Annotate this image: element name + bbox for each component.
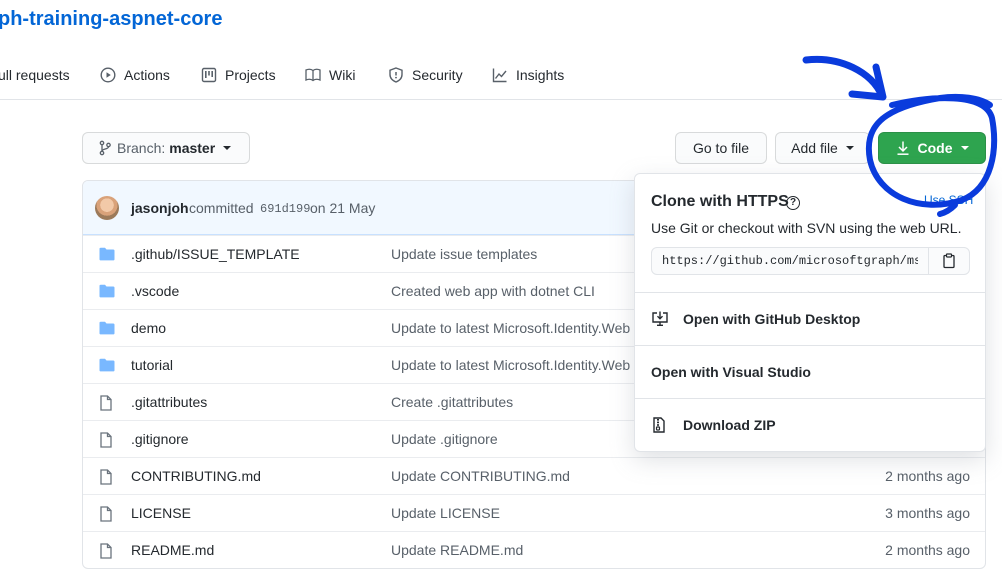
file-row[interactable]: CONTRIBUTING.md Update CONTRIBUTING.md 2 m… — [83, 457, 985, 494]
tab-label: Projects — [225, 67, 276, 83]
file-icon — [100, 543, 112, 559]
commit-message[interactable]: Update LICENSE — [391, 505, 500, 521]
repo-title[interactable]: ph-training-aspnet-core — [0, 8, 222, 31]
branch-select-button[interactable]: Branch: master — [82, 132, 250, 164]
play-circle-icon — [100, 67, 116, 83]
tab-security[interactable]: Security — [388, 58, 463, 92]
file-icon — [100, 395, 112, 411]
folder-icon — [99, 284, 115, 298]
file-name[interactable]: LICENSE — [131, 505, 191, 521]
branch-value: master — [169, 140, 216, 156]
folder-icon — [99, 358, 115, 372]
clipboard-icon — [943, 253, 955, 269]
annotation-arrowhead — [848, 63, 887, 101]
download-zip-item[interactable]: Download ZIP — [635, 399, 985, 451]
nav-divider — [0, 99, 1002, 100]
annotation-arrow — [802, 55, 886, 100]
folder-icon — [99, 321, 115, 335]
clone-title: Clone with HTTPS — [651, 193, 789, 210]
add-file-label: Add file — [791, 140, 838, 156]
git-branch-icon — [99, 140, 111, 156]
caret-down-icon — [845, 146, 854, 150]
avatar[interactable] — [95, 196, 119, 220]
commit-age: 3 months ago — [885, 505, 970, 521]
commit-message[interactable]: Created web app with dotnet CLI — [391, 283, 595, 299]
tab-wiki[interactable]: Wiki — [305, 58, 355, 92]
commit-message[interactable]: Update issue templates — [391, 246, 537, 262]
menu-item-label: Download ZIP — [683, 417, 776, 433]
commit-date: on 21 May — [310, 200, 376, 216]
file-icon — [100, 506, 112, 522]
clone-dropdown: Clone with HTTPS ? Use SSH Use Git or ch… — [634, 173, 986, 452]
tab-pull-requests[interactable]: ull requests — [0, 58, 70, 92]
file-row[interactable]: README.md Update README.md 2 months ago — [83, 531, 985, 568]
code-label: Code — [917, 140, 953, 156]
file-name[interactable]: .vscode — [131, 283, 179, 299]
commit-sha[interactable]: 691d199 — [260, 202, 310, 216]
menu-item-label: Open with GitHub Desktop — [683, 311, 861, 327]
question-icon[interactable]: ? — [786, 196, 800, 210]
caret-down-icon — [960, 146, 969, 150]
file-row[interactable]: LICENSE Update LICENSE 3 months ago — [83, 494, 985, 531]
commit-age: 2 months ago — [885, 542, 970, 558]
folder-icon — [99, 247, 115, 261]
code-button[interactable]: Code — [878, 132, 986, 164]
commit-message[interactable]: Update README.md — [391, 542, 523, 558]
desktop-download-icon — [652, 311, 668, 327]
tab-insights[interactable]: Insights — [492, 58, 564, 92]
commit-message[interactable]: Update to latest Microsoft.Identity.Web — [391, 357, 630, 373]
branch-label: Branch: — [117, 140, 166, 156]
tab-label: Wiki — [329, 67, 356, 83]
file-icon — [100, 432, 112, 448]
use-ssh-link[interactable]: Use SSH — [924, 193, 973, 207]
go-to-file-button[interactable]: Go to file — [675, 132, 767, 164]
file-icon — [100, 469, 112, 485]
download-icon — [897, 141, 908, 155]
add-file-button[interactable]: Add file — [775, 132, 870, 164]
shield-icon — [389, 67, 403, 83]
tab-label: Insights — [516, 67, 565, 83]
commit-author[interactable]: jasonjoh — [131, 200, 189, 216]
commit-message[interactable]: Create .gitattributes — [391, 394, 513, 410]
tab-projects[interactable]: Projects — [201, 58, 276, 92]
clone-url-input[interactable] — [651, 247, 929, 275]
caret-down-icon — [223, 146, 232, 150]
file-name[interactable]: demo — [131, 320, 166, 336]
copy-url-button[interactable] — [928, 247, 970, 275]
file-name[interactable]: README.md — [131, 542, 214, 558]
file-name[interactable]: .gitignore — [131, 431, 189, 447]
file-name[interactable]: .gitattributes — [131, 394, 207, 410]
clone-description: Use Git or checkout with SVN using the w… — [651, 220, 962, 236]
open-github-desktop-item[interactable]: Open with GitHub Desktop — [635, 293, 985, 345]
file-zip-icon — [653, 417, 665, 433]
tab-actions[interactable]: Actions — [100, 58, 170, 92]
commit-message[interactable]: Update CONTRIBUTING.md — [391, 468, 570, 484]
project-board-icon — [201, 67, 217, 83]
file-name[interactable]: CONTRIBUTING.md — [131, 468, 261, 484]
commit-message[interactable]: Update .gitignore — [391, 431, 498, 447]
open-visual-studio-item[interactable]: Open with Visual Studio — [635, 346, 985, 398]
file-name[interactable]: .github/ISSUE_TEMPLATE — [131, 246, 300, 262]
tab-label: ull requests — [0, 67, 70, 83]
book-icon — [305, 68, 321, 82]
commit-message[interactable]: Update to latest Microsoft.Identity.Web — [391, 320, 630, 336]
graph-icon — [492, 68, 507, 83]
tab-label: Actions — [124, 67, 170, 83]
tab-label: Security — [412, 67, 463, 83]
menu-item-label: Open with Visual Studio — [651, 364, 811, 380]
commit-age: 2 months ago — [885, 468, 970, 484]
commit-text: committed — [189, 200, 254, 216]
file-name[interactable]: tutorial — [131, 357, 173, 373]
